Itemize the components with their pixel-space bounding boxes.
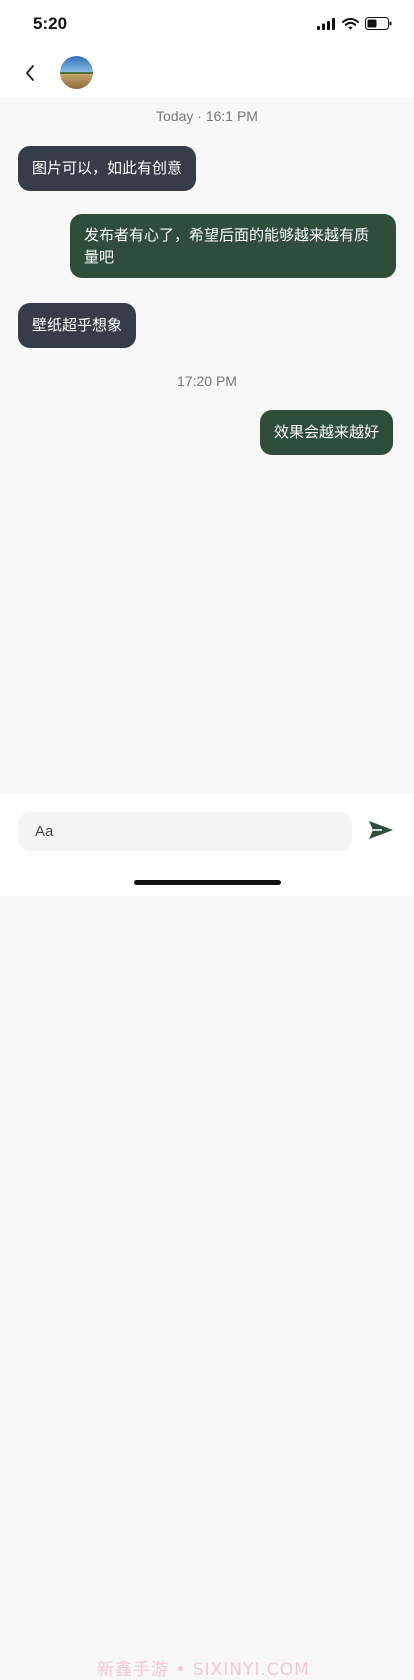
contact-avatar[interactable] bbox=[60, 56, 93, 89]
chat-header bbox=[0, 50, 414, 98]
battery-icon bbox=[365, 17, 392, 30]
avatar-landscape-icon bbox=[60, 56, 93, 89]
back-button[interactable] bbox=[16, 59, 44, 87]
message-bubble-outgoing[interactable]: 效果会越来越好 bbox=[260, 410, 394, 455]
wifi-icon bbox=[342, 17, 359, 30]
status-bar: 5:20 bbox=[0, 0, 414, 50]
message-input[interactable] bbox=[18, 812, 352, 851]
message-bubble-outgoing[interactable]: 发布者有心了，希望后面的能够越来越有质量吧 bbox=[70, 214, 396, 278]
timestamp: 17:20 PM bbox=[177, 373, 237, 389]
signal-icon bbox=[317, 17, 335, 30]
status-time: 5:20 bbox=[33, 14, 68, 33]
message-bubble-incoming[interactable]: 图片可以，如此有创意 bbox=[18, 146, 197, 191]
status-icons bbox=[317, 17, 392, 30]
send-icon bbox=[369, 821, 393, 839]
message-bubble-incoming[interactable]: 壁纸超乎想象 bbox=[18, 303, 137, 348]
send-button[interactable] bbox=[368, 820, 398, 846]
watermark: 新鑫手游 • SIXINYI.COM bbox=[97, 1660, 310, 1680]
home-indicator bbox=[134, 880, 281, 885]
timestamp: Today · 16:1 PM bbox=[156, 108, 258, 124]
message-list[interactable]: Today · 16:1 PM 图片可以，如此有创意 发布者有心了，希望后面的能… bbox=[0, 98, 414, 794]
chevron-left-icon bbox=[26, 65, 34, 81]
